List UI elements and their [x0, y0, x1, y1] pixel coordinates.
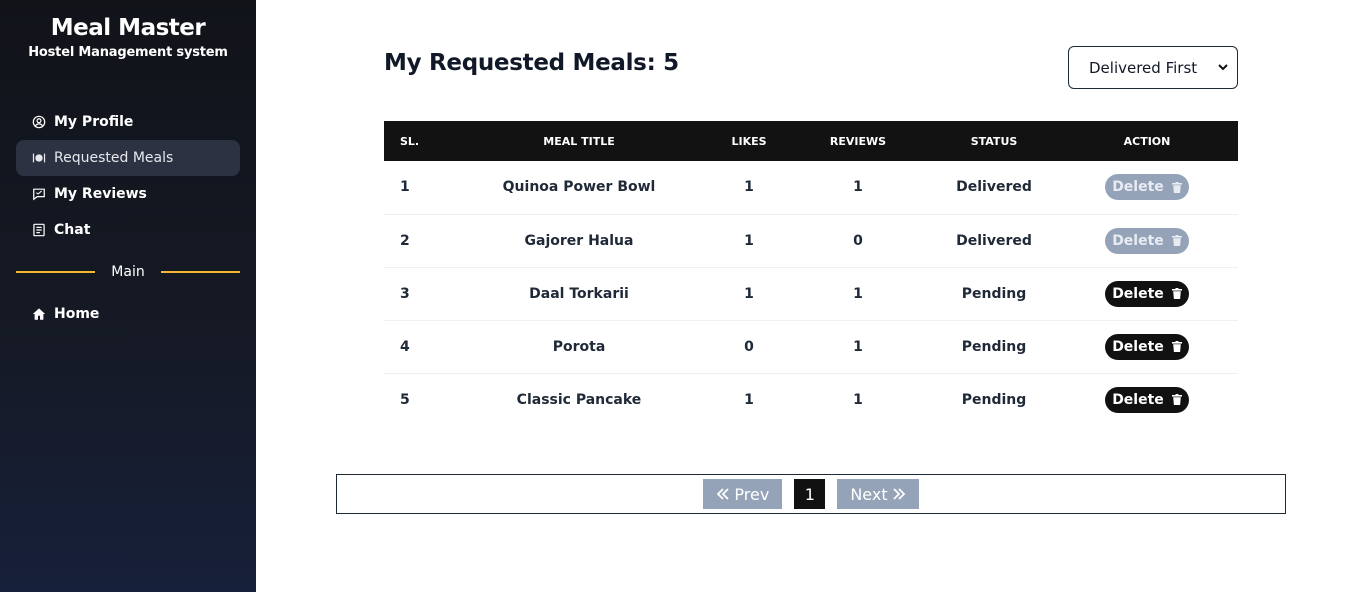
next-page-button[interactable]: Next — [837, 479, 919, 509]
delete-button-label: Delete — [1112, 232, 1164, 249]
cell-action: Delete — [1056, 161, 1238, 215]
cell-sl: 5 — [400, 391, 410, 408]
sidebar-item-my-reviews[interactable]: My Reviews — [16, 176, 240, 212]
chevrons-left-icon — [717, 488, 730, 500]
cell-likes: 1 — [744, 391, 754, 408]
chevrons-right-icon — [892, 488, 905, 500]
cell-sl: 1 — [384, 161, 444, 215]
cell-action: Delete — [1056, 214, 1238, 268]
delete-button[interactable]: Delete — [1105, 333, 1189, 360]
cell-reviews: 0 — [784, 214, 932, 268]
chat-icon — [32, 223, 46, 237]
divider-line-right — [160, 271, 241, 273]
sidebar-item-label: My Reviews — [54, 186, 147, 202]
cell-meal-title: Quinoa Power Bowl — [444, 161, 714, 215]
cell-meal-title: Daal Torkarii — [444, 267, 714, 321]
cell-status: Pending — [932, 320, 1056, 374]
sidebar-item-my-profile[interactable]: My Profile — [16, 104, 240, 140]
cell-status: Pending — [932, 267, 1056, 321]
sidebar-item-label: My Profile — [54, 114, 134, 130]
sidebar-item-label: Home — [54, 306, 100, 322]
cell-status: Pending — [961, 391, 1027, 408]
app-root: Meal Master Hostel Management system My … — [0, 0, 1364, 592]
column-header-likes: LIKES — [731, 134, 767, 148]
cell-sl: 2 — [384, 214, 444, 268]
requested-meals-table: SL. MEAL TITLE LIKES REVIEWS STATUS ACTI… — [384, 121, 1238, 426]
column-header-status: STATUS — [970, 134, 1018, 148]
table-row: 1 Quinoa Power Bowl 1 1 Delivered Delete — [384, 161, 1238, 215]
utensils-icon — [32, 151, 46, 165]
page-title: My Requested Meals: 5 — [384, 50, 679, 76]
brand-title[interactable]: Meal Master — [0, 14, 256, 42]
cell-action: Delete — [1056, 320, 1238, 374]
sidebar-item-label: Requested Meals — [54, 150, 174, 166]
user-circle-icon — [32, 115, 46, 129]
trash-icon — [1171, 394, 1182, 406]
sidebar-item-chat[interactable]: Chat — [16, 212, 240, 248]
cell-meal-title: Gajorer Halua — [444, 214, 714, 268]
cell-likes: 0 — [714, 320, 784, 374]
nav-divider: Main — [16, 262, 241, 282]
cell-reviews: 1 — [784, 267, 932, 321]
cell-likes: 1 — [714, 161, 784, 215]
divider-line-left — [16, 271, 96, 273]
review-icon — [32, 187, 46, 201]
sidebar-item-home[interactable]: Home — [16, 296, 240, 332]
sidebar-main-nav: Home — [16, 296, 240, 332]
prev-page-label: Prev — [734, 484, 770, 504]
cell-meal-title: Porota — [444, 320, 714, 374]
trash-icon — [1171, 288, 1182, 299]
column-header-reviews: REVIEWS — [829, 134, 887, 148]
delete-button-label: Delete — [1112, 338, 1164, 355]
trash-icon — [1171, 341, 1182, 352]
brand-subtitle: Hostel Management system — [28, 45, 228, 60]
delete-button-label: Delete — [1112, 285, 1164, 302]
pagination: Prev 1 Next — [336, 474, 1286, 514]
table-row: 4 Porota 0 1 Pending Delete — [384, 320, 1238, 374]
column-header-action: ACTION — [1123, 134, 1171, 148]
chevron-down-icon — [1218, 64, 1228, 71]
table-row: 2 Gajorer Halua 1 0 Delivered Delete — [384, 214, 1238, 268]
sort-select-value: Delivered First — [1089, 58, 1198, 77]
trash-icon — [1171, 181, 1182, 193]
delete-button[interactable]: Delete — [1105, 227, 1189, 254]
next-page-label: Next — [850, 484, 888, 504]
cell-meal-title: Classic Pancake — [516, 391, 642, 408]
cell-reviews: 1 — [784, 161, 932, 215]
prev-page-button[interactable]: Prev — [703, 479, 783, 509]
cell-action: Delete — [1056, 373, 1238, 426]
cell-likes: 1 — [714, 214, 784, 268]
delete-button-label: Delete — [1112, 179, 1164, 196]
cell-sl: 4 — [384, 320, 444, 374]
table-header-row: SL. MEAL TITLE LIKES REVIEWS STATUS ACTI… — [384, 121, 1238, 161]
delete-button-label: Delete — [1112, 391, 1164, 408]
cell-action: Delete — [1056, 267, 1238, 321]
table-row: 3 Daal Torkarii 1 1 Pending Delete — [384, 267, 1238, 321]
delete-button[interactable]: Delete — [1105, 386, 1189, 413]
cell-likes: 1 — [714, 267, 784, 321]
column-header-meal-title: MEAL TITLE — [543, 134, 615, 148]
delete-button[interactable]: Delete — [1105, 174, 1189, 201]
sidebar-nav: My Profile Requested Meals My Reviews Ch… — [16, 104, 240, 248]
cell-reviews: 1 — [784, 320, 932, 374]
home-icon — [32, 307, 46, 321]
sidebar-item-requested-meals[interactable]: Requested Meals — [16, 140, 240, 176]
divider-label: Main — [111, 264, 145, 280]
cell-status: Delivered — [932, 214, 1056, 268]
column-header-sl: SL. — [400, 134, 420, 148]
delete-button[interactable]: Delete — [1105, 280, 1189, 307]
brand: Meal Master Hostel Management system — [0, 0, 256, 60]
table-row: 5 Classic Pancake 1 1 Pending Delete — [384, 373, 1238, 426]
trash-icon — [1171, 235, 1182, 246]
cell-status: Delivered — [932, 161, 1056, 215]
sidebar-item-label: Chat — [54, 222, 91, 238]
table-body: 1 Quinoa Power Bowl 1 1 Delivered Delete… — [384, 161, 1238, 426]
sidebar: Meal Master Hostel Management system My … — [0, 0, 256, 592]
sort-select[interactable]: Delivered First — [1068, 46, 1238, 89]
page-number-current[interactable]: 1 — [794, 479, 826, 509]
cell-reviews: 1 — [853, 391, 863, 408]
table-header: SL. MEAL TITLE LIKES REVIEWS STATUS ACTI… — [384, 121, 1238, 161]
cell-sl: 3 — [384, 267, 444, 321]
